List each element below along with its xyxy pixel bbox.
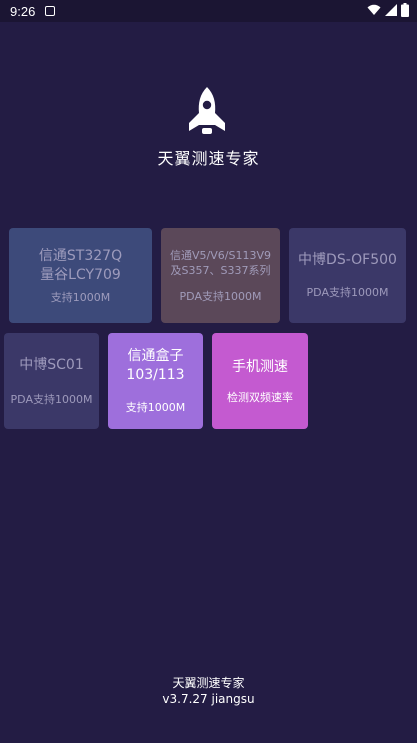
app-title: 天翼测速专家 <box>157 149 260 168</box>
tile-zhongbo-sc01[interactable]: 中博SC01 PDA支持1000M <box>4 333 99 429</box>
status-bar: 9:26 <box>0 0 417 22</box>
footer-app-name: 天翼测速专家 <box>172 676 245 690</box>
notification-icon <box>45 6 56 16</box>
tile-title-2: 量谷LCY709 <box>40 266 121 283</box>
tile-subtitle: 支持1000M <box>125 401 186 414</box>
tile-title: 信通盒子 <box>127 348 184 364</box>
tile-subtitle: PDA支持1000M <box>10 392 93 406</box>
tile-title: 信通V5/V6/S113V9 <box>170 248 271 262</box>
tile-title: 信通ST327Q <box>38 247 123 264</box>
tile-title: 中博DS-OF500 <box>298 252 397 268</box>
tile-phone-speedtest[interactable]: 手机测速 检测双频速率 <box>212 333 308 429</box>
tile-title: 中博SC01 <box>19 356 84 373</box>
tile-subtitle: 检测双频速率 <box>227 390 293 404</box>
tile-title: 手机测速 <box>232 358 288 375</box>
rocket-icon <box>189 87 225 134</box>
battery-icon <box>401 3 409 17</box>
signal-icon <box>385 4 397 16</box>
tile-zhongbo-dsof500[interactable]: 中博DS-OF500 PDA支持1000M <box>289 228 406 323</box>
tile-subtitle: PDA支持1000M <box>306 286 389 299</box>
wifi-icon <box>367 4 381 15</box>
footer: 天翼测速专家 v3.7.27 jiangsu <box>0 675 417 707</box>
tile-xintong-box[interactable]: 信通盒子 103/113 支持1000M <box>108 333 203 429</box>
footer-version: v3.7.27 jiangsu <box>162 692 255 706</box>
tile-title-2: 103/113 <box>126 367 185 383</box>
tile-xintong-v5[interactable]: 信通V5/V6/S113V9 及S357、S337系列 PDA支持1000M <box>161 228 280 323</box>
tile-subtitle: PDA支持1000M <box>179 289 262 303</box>
tile-title-2: 及S357、S337系列 <box>170 263 271 277</box>
status-time: 9:26 <box>10 3 36 19</box>
tile-xintong-st327q[interactable]: 信通ST327Q 量谷LCY709 支持1000M <box>9 228 152 323</box>
tile-subtitle: 支持1000M <box>50 290 111 304</box>
